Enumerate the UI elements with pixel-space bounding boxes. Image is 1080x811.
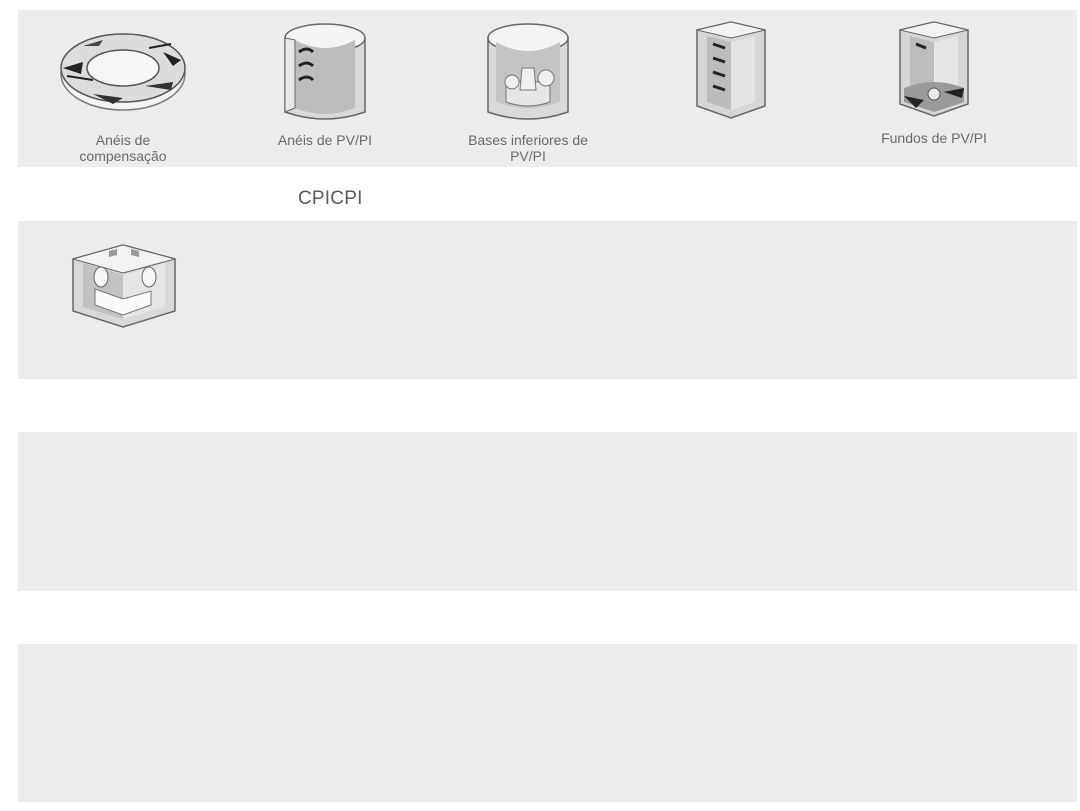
section-heading: CPICPI xyxy=(298,188,363,209)
product-card-bases-inferiores-de-pv-pi[interactable]: Bases inferiores de PV/PI xyxy=(426,10,630,164)
manhole-ring-icon xyxy=(284,23,366,120)
manhole-base-icon xyxy=(487,23,569,120)
manhole-bottom-icon xyxy=(899,21,969,117)
square-chamber-icon xyxy=(696,21,766,119)
compensation-ring-icon xyxy=(60,33,186,111)
product-row-1: Anéis de compensação Anéis de PV/PI Base… xyxy=(18,10,1077,167)
product-row-3 xyxy=(18,432,1077,591)
product-card-square-chamber[interactable] xyxy=(629,10,833,130)
product-label: Bases inferiores de PV/PI xyxy=(468,132,588,164)
product-card-fundos-de-pv-pi[interactable]: Fundos de PV/PI xyxy=(832,10,1036,146)
product-card-aneis-de-compensacao[interactable]: Anéis de compensação xyxy=(21,10,225,164)
product-label: Anéis de compensação xyxy=(79,132,167,164)
product-row-2 xyxy=(18,221,1077,379)
product-card-aneis-de-pv-pi[interactable]: Anéis de PV/PI xyxy=(223,10,427,148)
product-label: Fundos de PV/PI xyxy=(881,130,987,146)
product-card-open-box-chamber[interactable] xyxy=(21,221,225,335)
product-label: Anéis de PV/PI xyxy=(277,132,373,148)
open-box-chamber-icon xyxy=(71,244,177,328)
product-row-4 xyxy=(18,644,1077,802)
